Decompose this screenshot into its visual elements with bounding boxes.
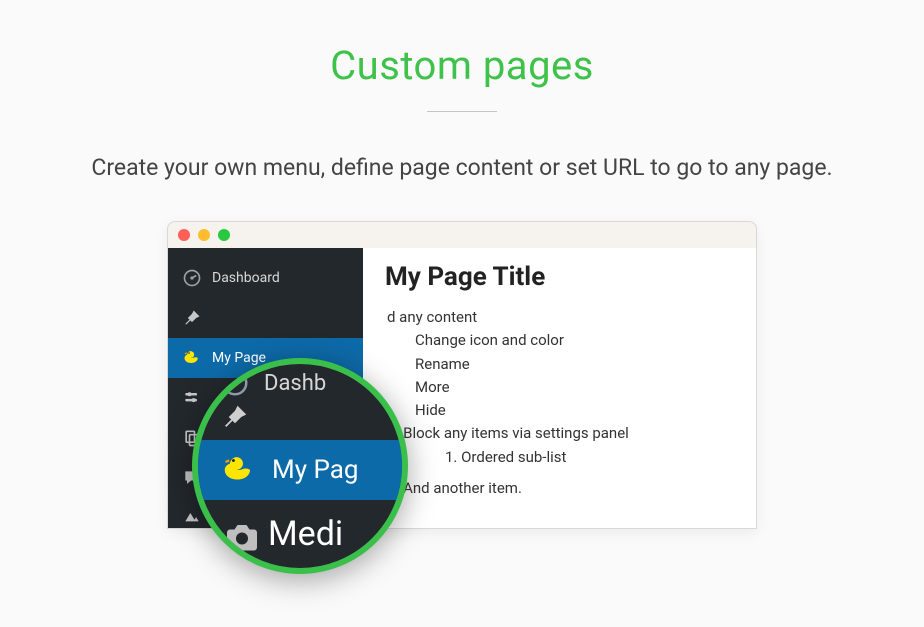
magnified-media-label: Medi — [268, 514, 343, 554]
magnifier-lens: Dashb My Pag Medi — [192, 358, 408, 574]
dashboard-icon — [182, 268, 202, 288]
list-item: 4. Block any items via settings panel — [387, 422, 734, 445]
page-title: My Page Title — [385, 262, 734, 292]
sidebar-item-dashboard[interactable]: Dashboard — [168, 258, 363, 298]
sidebar-item-label: Dashboard — [212, 270, 280, 286]
minimize-window-button[interactable] — [198, 229, 210, 241]
sidebar-item-posts[interactable] — [168, 298, 363, 338]
camera-icon — [224, 522, 260, 556]
magnified-dashboard-row: Dashb — [198, 368, 402, 398]
magnified-label: Dashb — [264, 371, 326, 396]
duck-icon — [220, 451, 258, 489]
content-list: d any content Change icon and color Rena… — [385, 306, 734, 500]
content-area: My Page Title d any content Change icon … — [363, 248, 756, 528]
maximize-window-button[interactable] — [218, 229, 230, 241]
page-heading: Custom pages — [0, 42, 924, 89]
list-item: Rename — [415, 353, 734, 376]
magnified-posts-row — [198, 402, 402, 432]
magnified-active-row[interactable]: My Pag — [198, 440, 402, 500]
pin-icon — [220, 402, 250, 432]
dashboard-icon — [220, 368, 250, 398]
pin-icon — [182, 308, 202, 328]
heading-divider — [427, 111, 497, 112]
close-window-button[interactable] — [178, 229, 190, 241]
list-item: 1. Ordered sub-list — [445, 446, 734, 469]
list-item: Change icon and color — [415, 329, 734, 352]
list-item: Hide — [415, 399, 734, 422]
list-item: More — [415, 376, 734, 399]
window-titlebar — [168, 222, 756, 248]
page-subheading: Create your own menu, define page conten… — [0, 154, 924, 181]
magnified-active-label: My Pag — [272, 455, 358, 485]
list-item: d any content — [387, 306, 734, 329]
list-item: 5. And another item. — [387, 477, 734, 500]
